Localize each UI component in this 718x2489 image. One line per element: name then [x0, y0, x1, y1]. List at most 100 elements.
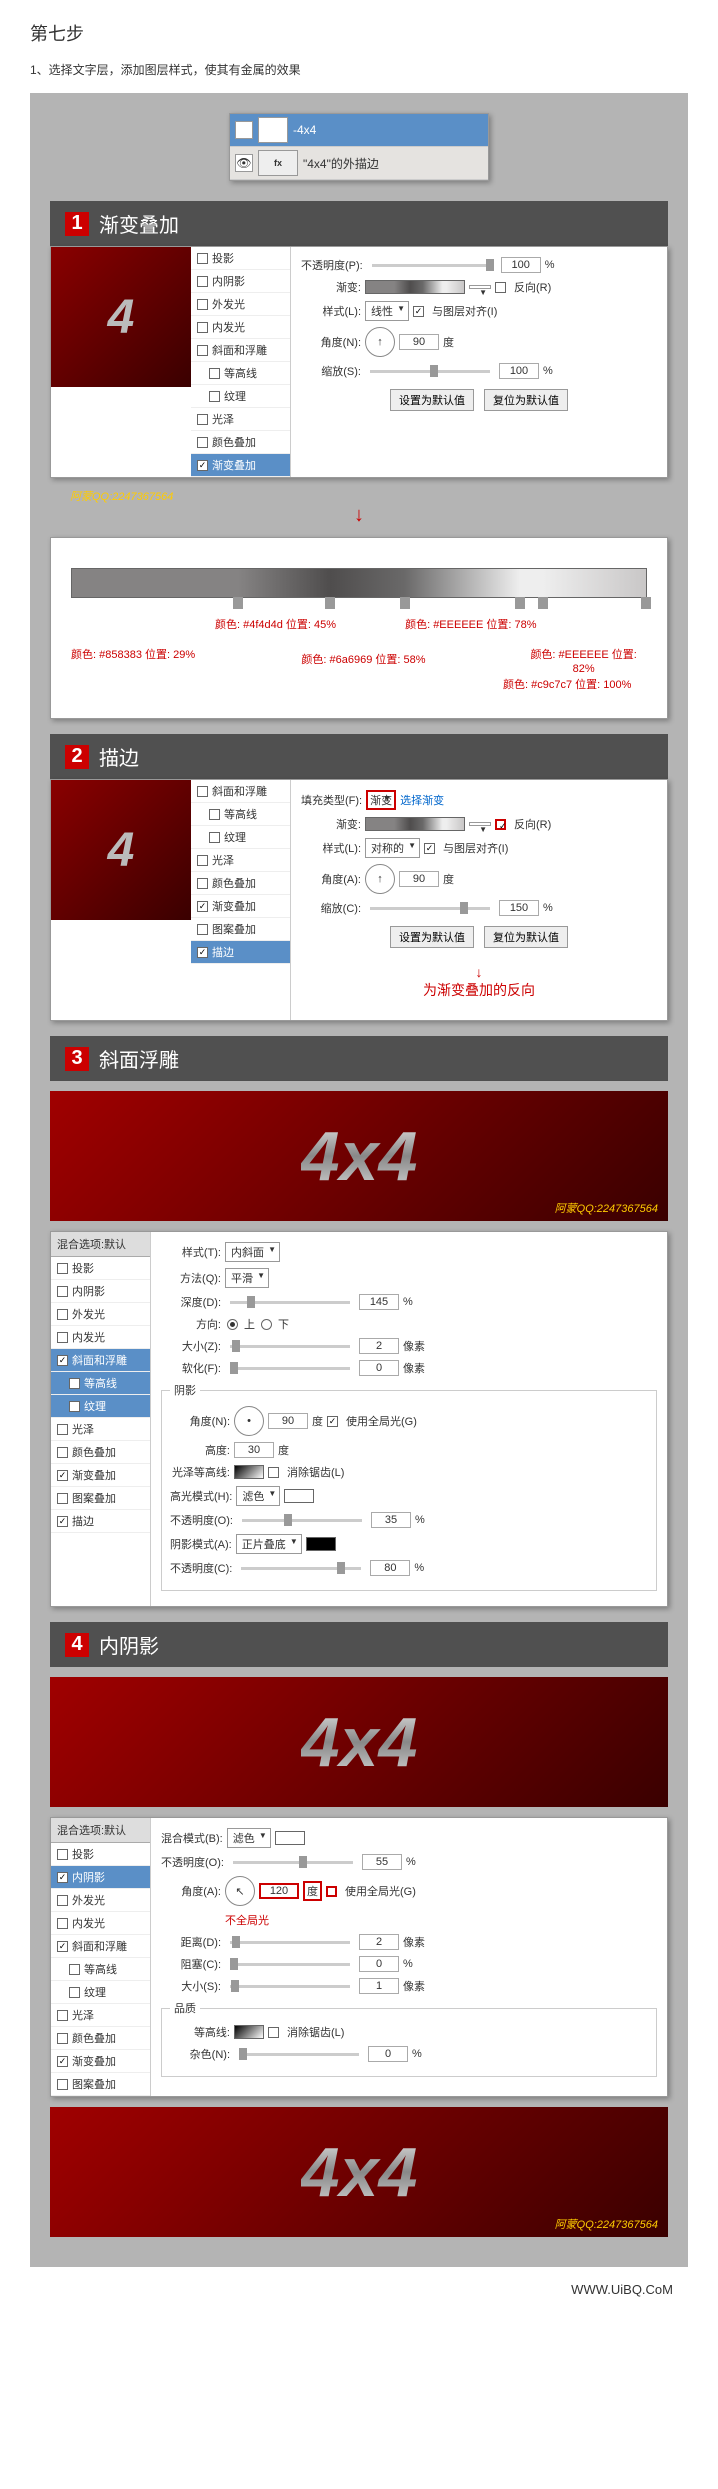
style-dropshadow[interactable]: 投影 — [51, 1257, 150, 1280]
style-outerglow[interactable]: 外发光 — [191, 293, 290, 316]
gradient-picker[interactable] — [365, 817, 465, 831]
style-contour[interactable]: 等高线 — [51, 1372, 150, 1395]
style-texture[interactable]: 纹理 — [51, 1395, 150, 1418]
angle-input[interactable]: 90 — [268, 1413, 308, 1429]
style-bevel[interactable]: ✓斜面和浮雕 — [51, 1935, 150, 1958]
layer-row-stroke[interactable]: 👁 fx "4x4"的外描边 — [230, 147, 488, 180]
set-default-button[interactable]: 设置为默认值 — [390, 926, 474, 948]
noise-slider[interactable] — [239, 2053, 359, 2056]
hilite-mode-dropdown[interactable]: 滤色 — [236, 1486, 280, 1506]
style-pattern[interactable]: 图案叠加 — [191, 918, 290, 941]
align-check[interactable]: ✓ — [413, 306, 424, 317]
style-gradient[interactable]: ✓渐变叠加 — [191, 895, 290, 918]
gradient-bar-large[interactable] — [71, 568, 647, 598]
reverse-check[interactable] — [495, 282, 506, 293]
choke-input[interactable]: 0 — [359, 1956, 399, 1972]
style-gradient[interactable]: ✓渐变叠加 — [51, 2050, 150, 2073]
bevel-method-dropdown[interactable]: 平滑 — [225, 1268, 269, 1288]
reset-default-button[interactable]: 复位为默认值 — [484, 926, 568, 948]
gradient-stop[interactable] — [325, 597, 335, 609]
style-innerglow[interactable]: 内发光 — [191, 316, 290, 339]
angle-dial[interactable]: ↑ — [365, 864, 395, 894]
style-outerglow[interactable]: 外发光 — [51, 1303, 150, 1326]
reverse-check[interactable]: ✓ — [495, 819, 506, 830]
style-satin[interactable]: 光泽 — [191, 408, 290, 431]
style-texture[interactable]: 纹理 — [191, 385, 290, 408]
sopacity-input[interactable]: 80 — [370, 1560, 410, 1576]
style-dropdown[interactable]: 线性 — [365, 301, 409, 321]
sopacity-slider[interactable] — [241, 1567, 361, 1570]
visibility-icon[interactable]: 👁 — [235, 154, 253, 172]
align-check[interactable]: ✓ — [424, 843, 435, 854]
global-check[interactable] — [326, 1886, 337, 1897]
opacity-input[interactable]: 55 — [362, 1854, 402, 1870]
style-innershadow[interactable]: ✓内阴影 — [51, 1866, 150, 1889]
antialias-check[interactable] — [268, 1467, 279, 1478]
angle-dial[interactable]: ↖ — [225, 1876, 255, 1906]
shadow-mode-dropdown[interactable]: 正片叠底 — [236, 1534, 302, 1554]
style-innerglow[interactable]: 内发光 — [51, 1326, 150, 1349]
style-bevel[interactable]: 斜面和浮雕 — [191, 780, 290, 803]
style-dropshadow[interactable]: 投影 — [191, 247, 290, 270]
style-pattern[interactable]: 图案叠加 — [51, 2073, 150, 2096]
style-stroke[interactable]: ✓描边 — [51, 1510, 150, 1533]
gradient-stop[interactable] — [400, 597, 410, 609]
style-pattern[interactable]: 图案叠加 — [51, 1487, 150, 1510]
gradient-stop[interactable] — [233, 597, 243, 609]
scale-slider[interactable] — [370, 370, 490, 373]
choke-slider[interactable] — [230, 1963, 350, 1966]
style-satin[interactable]: 光泽 — [51, 2004, 150, 2027]
style-color[interactable]: 颜色叠加 — [51, 2027, 150, 2050]
gradient-picker[interactable] — [365, 280, 465, 294]
shadow-color[interactable] — [306, 1537, 336, 1551]
dir-down-radio[interactable] — [261, 1319, 272, 1330]
opacity-slider[interactable] — [233, 1861, 353, 1864]
shadow-color[interactable] — [275, 1831, 305, 1845]
angle-input[interactable]: 90 — [399, 334, 439, 350]
reset-default-button[interactable]: 复位为默认值 — [484, 389, 568, 411]
opacity-slider[interactable] — [372, 264, 492, 267]
angle-input[interactable]: 90 — [399, 871, 439, 887]
gradient-dropdown[interactable] — [469, 822, 491, 826]
scale-input[interactable]: 100 — [499, 363, 539, 379]
style-gradient[interactable]: ✓渐变叠加 — [191, 454, 290, 477]
hilite-color[interactable] — [284, 1489, 314, 1503]
gradient-stop[interactable] — [515, 597, 525, 609]
style-outerglow[interactable]: 外发光 — [51, 1889, 150, 1912]
hopacity-input[interactable]: 35 — [371, 1512, 411, 1528]
visibility-icon[interactable]: 👁 — [235, 121, 253, 139]
blend-mode-dropdown[interactable]: 滤色 — [227, 1828, 271, 1848]
size-slider[interactable] — [230, 1985, 350, 1988]
soft-slider[interactable] — [230, 1367, 350, 1370]
gloss-contour[interactable] — [234, 1465, 264, 1479]
style-innershadow[interactable]: 内阴影 — [191, 270, 290, 293]
distance-input[interactable]: 2 — [359, 1934, 399, 1950]
style-dropdown[interactable]: 对称的 — [365, 838, 420, 858]
style-color[interactable]: 颜色叠加 — [191, 872, 290, 895]
style-texture[interactable]: 纹理 — [51, 1981, 150, 2004]
size-slider[interactable] — [230, 1345, 350, 1348]
global-check[interactable]: ✓ — [327, 1416, 338, 1427]
layer-row-text[interactable]: 👁 T -4x4 — [230, 114, 488, 147]
gradient-stop[interactable] — [538, 597, 548, 609]
style-gradient[interactable]: ✓渐变叠加 — [51, 1464, 150, 1487]
altitude-input[interactable]: 30 — [234, 1442, 274, 1458]
soft-input[interactable]: 0 — [359, 1360, 399, 1376]
noise-input[interactable]: 0 — [368, 2046, 408, 2062]
style-bevel[interactable]: ✓斜面和浮雕 — [51, 1349, 150, 1372]
style-contour[interactable]: 等高线 — [51, 1958, 150, 1981]
style-bevel[interactable]: 斜面和浮雕 — [191, 339, 290, 362]
style-color[interactable]: 颜色叠加 — [191, 431, 290, 454]
style-color[interactable]: 颜色叠加 — [51, 1441, 150, 1464]
style-contour[interactable]: 等高线 — [191, 362, 290, 385]
distance-slider[interactable] — [230, 1941, 350, 1944]
hopacity-slider[interactable] — [242, 1519, 362, 1522]
filltype-dropdown[interactable]: 渐变 — [366, 790, 396, 810]
style-contour[interactable]: 等高线 — [191, 803, 290, 826]
bevel-style-dropdown[interactable]: 内斜面 — [225, 1242, 280, 1262]
style-dropshadow[interactable]: 投影 — [51, 1843, 150, 1866]
contour-picker[interactable] — [234, 2025, 264, 2039]
angle-input[interactable]: 120 — [259, 1883, 299, 1899]
style-innershadow[interactable]: 内阴影 — [51, 1280, 150, 1303]
gradient-dropdown[interactable] — [469, 285, 491, 289]
